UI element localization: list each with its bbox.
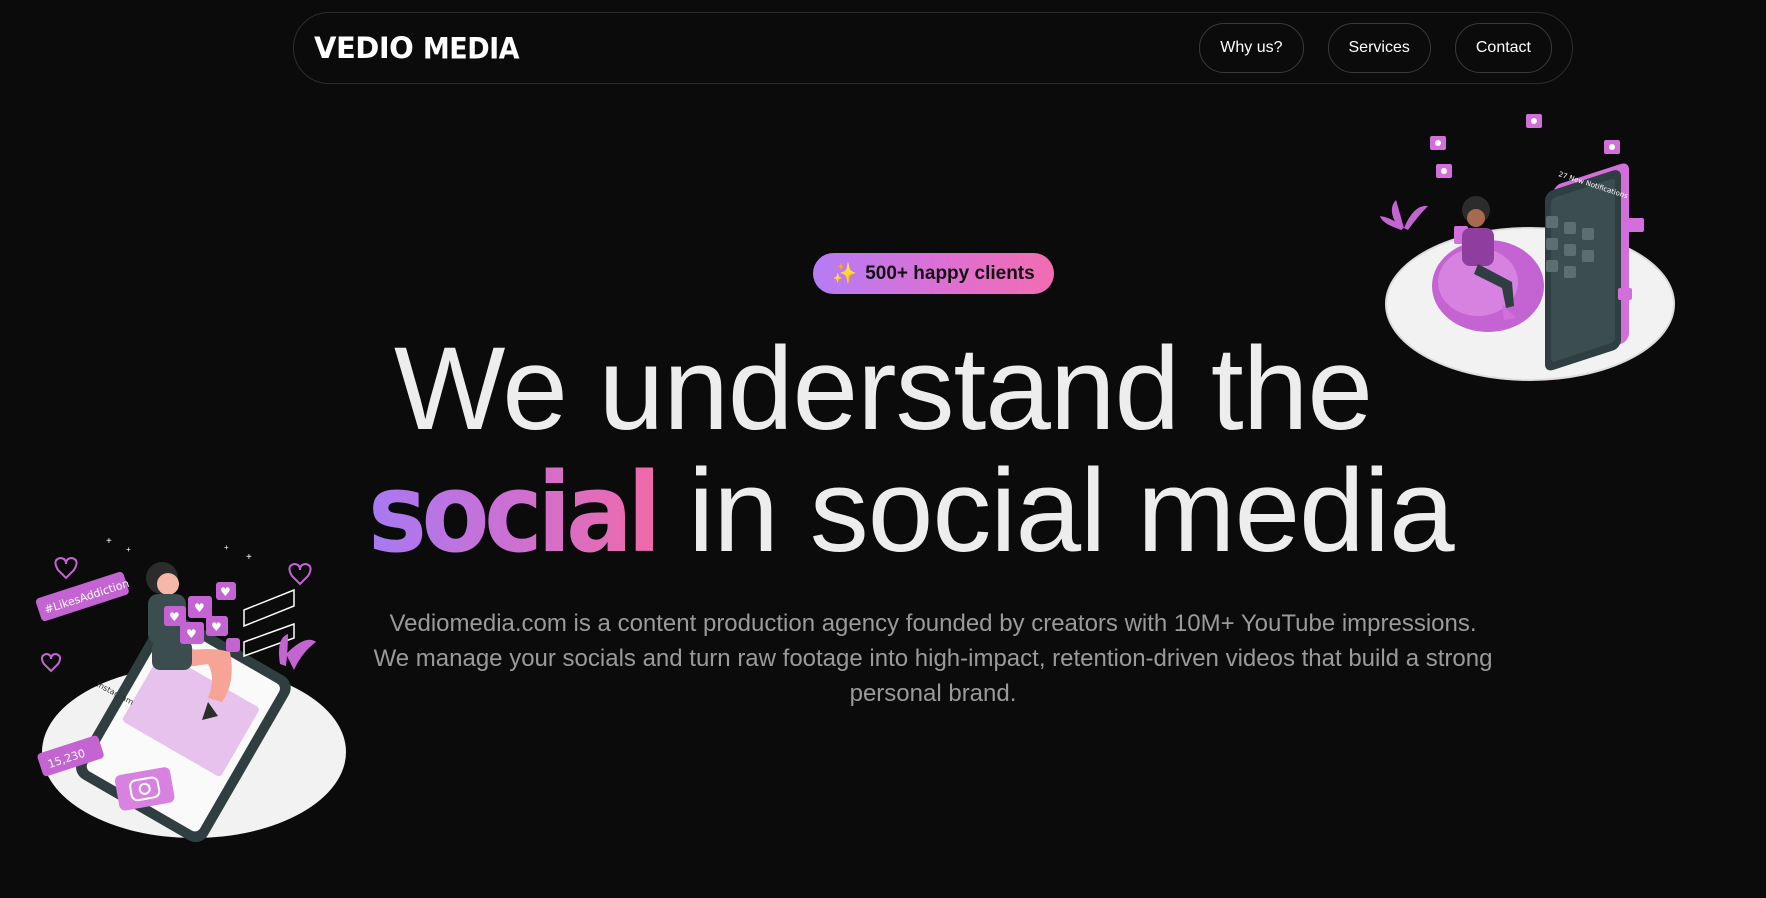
happy-clients-badge: ✨ 500+ happy clients [813, 253, 1054, 294]
svg-text:♥: ♥ [220, 585, 231, 599]
likes-addiction-illustration: Instagram #LikesAddiction 15,230 ♥♥♥ ♥♥ +… [35, 536, 346, 842]
svg-text:+: + [246, 552, 252, 563]
svg-text:+: + [106, 536, 112, 547]
hero-subtitle: Vediomedia.com is a content production a… [373, 610, 1493, 707]
svg-text:♥: ♥ [211, 620, 222, 634]
logo-word-media: MEDIA [422, 32, 520, 67]
svg-text:♥: ♥ [194, 601, 205, 615]
svg-text:+: + [126, 545, 131, 554]
svg-text:♥: ♥ [169, 610, 180, 624]
nav-services-button[interactable]: Services [1327, 23, 1431, 73]
top-navbar: VEDIO MEDIA Why us? Services Contact [293, 12, 1573, 84]
nav-contact-button[interactable]: Contact [1454, 23, 1552, 73]
headline-line2-rest: in social media [656, 445, 1455, 577]
svg-text:♥: ♥ [186, 627, 197, 641]
badge-text: 500+ happy clients [865, 262, 1035, 284]
sparkles-icon: ✨ [832, 263, 858, 285]
logo-word-vedio: VEDIO [314, 31, 414, 65]
headline-highlight-word: social [368, 449, 661, 577]
nav-why-us-button[interactable]: Why us? [1199, 23, 1304, 73]
nav-links: Why us? Services Contact [1199, 23, 1552, 73]
social-phone-illustration: 27 New Notifications [1380, 114, 1675, 381]
brand-logo[interactable]: VEDIO MEDIA [314, 31, 520, 67]
svg-text:+: + [224, 543, 229, 552]
